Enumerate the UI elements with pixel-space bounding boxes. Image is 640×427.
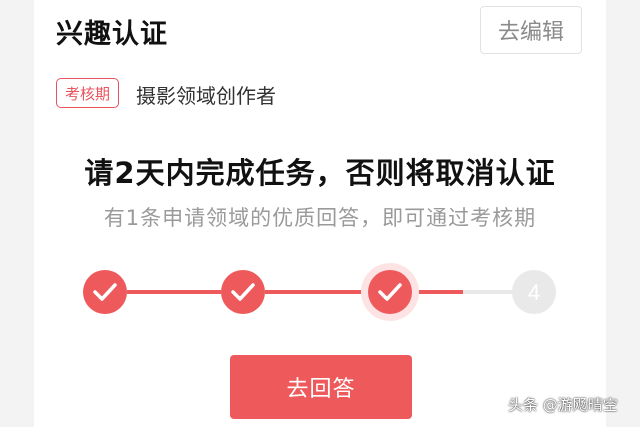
edit-button[interactable]: 去编辑 [480,6,582,54]
task-description: 有1条申请领域的优质回答，即可通过考核期 [103,206,537,230]
watermark: 头条 @游飏晴空 [508,396,618,414]
task-heading: 请2天内完成任务，否则将取消认证 [84,156,556,190]
step-1-done [83,270,127,314]
step-4-pending: 4 [512,270,556,314]
answer-button[interactable]: 去回答 [230,355,412,419]
progress-stepper: 4 [83,263,556,321]
certification-card: 兴趣认证 去编辑 考核期 摄影领域创作者 请2天内完成任务，否则将取消认证 有1… [34,0,606,427]
domain-label: 摄影领域创作者 [136,84,276,108]
step-2-done [221,270,265,314]
page-title: 兴趣认证 [56,19,168,50]
step-3-current [361,263,419,321]
status-badge: 考核期 [56,78,120,108]
step-4-number: 4 [528,280,540,305]
